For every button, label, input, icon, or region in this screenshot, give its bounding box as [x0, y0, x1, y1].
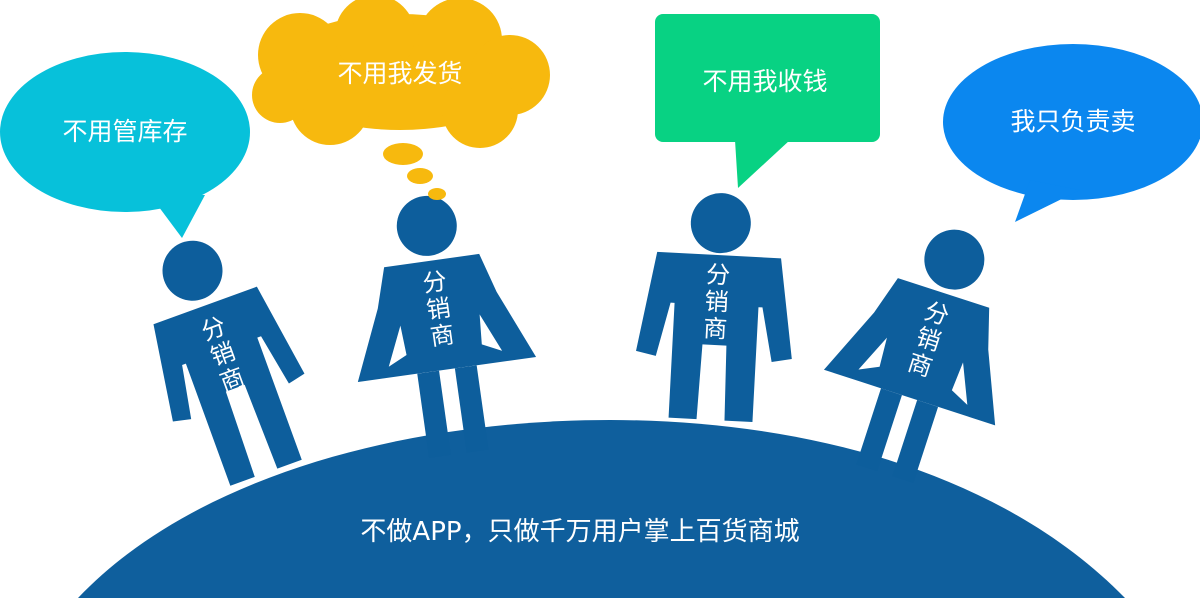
thought-dot [383, 143, 423, 165]
figure-label-line: 商 [703, 314, 728, 343]
figure-leg [856, 388, 902, 472]
bubble-tail [735, 140, 790, 188]
bubble-text: 不用管库存 [62, 117, 187, 146]
figure-label-line: 销 [704, 287, 729, 316]
figure-distributor-1: 分 销 商 [153, 240, 305, 486]
speech-bubble-3: 不用我收钱 [655, 14, 880, 188]
bubble-text: 不用我发货 [337, 59, 462, 88]
figure-label-line: 商 [428, 320, 456, 351]
distributor-diagram: 不做APP，只做千万用户掌上百货商城 分 销 商 分 销 商 分 销 商 分 销… [0, 0, 1200, 598]
speech-bubble-1: 不用管库存 [0, 52, 250, 238]
planet-caption: 不做APP，只做千万用户掌上百货商城 [360, 517, 799, 547]
figure-distributor-3: 分 销 商 [636, 193, 792, 423]
thought-dot [407, 168, 433, 184]
figure-head [690, 193, 751, 254]
thought-bubble-2: 不用我发货 [252, 0, 550, 200]
figure-distributor-2: 分 销 商 [357, 195, 537, 458]
figure-head [924, 229, 985, 290]
bubble-text: 不用我收钱 [702, 67, 827, 96]
figure-leg [892, 400, 939, 483]
bubble-tail [150, 195, 205, 238]
cloud-lobe [252, 67, 308, 123]
thought-dot [428, 188, 446, 200]
speech-bubble-4: 我只负责卖 [943, 44, 1200, 222]
figure-head [396, 195, 457, 256]
bubble-text: 我只负责卖 [1010, 107, 1135, 136]
figure-label-line: 分 [705, 260, 730, 289]
figure-head [162, 240, 223, 301]
